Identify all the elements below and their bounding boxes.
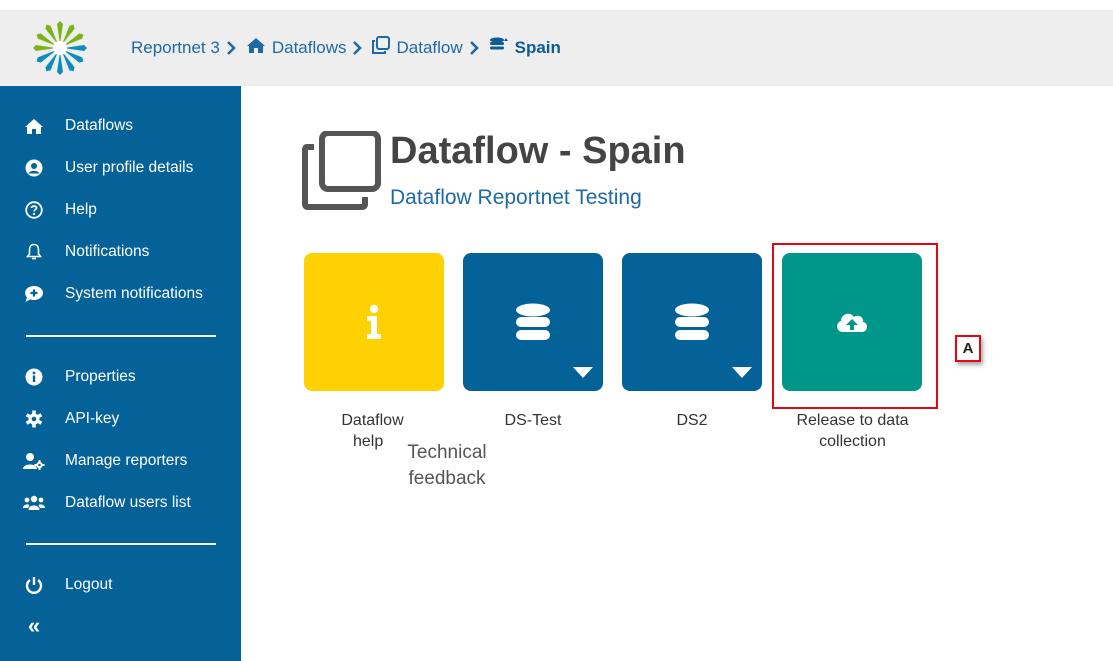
breadcrumb-label: Dataflows — [271, 37, 347, 57]
sidebar-collapse-button[interactable]: « — [0, 611, 241, 641]
breadcrumb: Reportnet 3 Dataflows Dataflow Spain — [131, 36, 561, 59]
user-circle-icon — [23, 157, 45, 179]
sidebar-item-label: Properties — [65, 368, 136, 385]
caret-down-icon[interactable] — [732, 367, 752, 378]
sidebar-item-label: API-key — [65, 410, 120, 427]
database-icon — [489, 37, 509, 58]
breadcrumb-spain: Spain — [489, 37, 561, 58]
sidebar-item-help[interactable]: Help — [0, 195, 241, 225]
sidebar-item-logout[interactable]: Logout — [0, 570, 241, 600]
sidebar-item-dataflow-users-list[interactable]: Dataflow users list — [0, 488, 241, 518]
chevron-right-icon — [352, 40, 363, 56]
bell-icon — [23, 241, 45, 263]
database-icon — [516, 303, 550, 340]
sidebar-item-label: Dataflow users list — [65, 494, 191, 511]
sidebar-item-system-notifications[interactable]: System notifications — [0, 279, 241, 309]
clone-icon — [372, 36, 391, 59]
breadcrumb-dataflows[interactable]: Dataflows — [246, 37, 347, 59]
sidebar-divider — [26, 335, 216, 337]
sidebar-item-label: Logout — [65, 576, 113, 593]
database-icon — [675, 303, 709, 340]
breadcrumb-label: Dataflow — [396, 37, 463, 57]
header: Reportnet 3 Dataflows Dataflow Spain — [0, 0, 1113, 86]
ds-test-label: DS-Test — [504, 412, 562, 429]
dataflow-help-card[interactable] — [304, 253, 444, 391]
breadcrumb-reportnet[interactable]: Reportnet 3 — [131, 38, 220, 58]
sidebar-item-user-profile[interactable]: User profile details — [0, 153, 241, 183]
annotation-marker: A — [955, 335, 981, 362]
double-chevron-left-icon: « — [27, 613, 41, 638]
caret-down-icon[interactable] — [573, 367, 593, 378]
users-icon — [23, 492, 45, 514]
sidebar-item-label: System notifications — [65, 285, 203, 302]
ds2-label: DS2 — [676, 412, 708, 429]
dataset-card-ds2[interactable] — [622, 253, 762, 391]
sidebar-item-api-key[interactable]: API-key — [0, 404, 241, 434]
comment-plus-icon — [23, 283, 45, 305]
cog-icon — [23, 408, 45, 430]
clone-icon — [302, 131, 381, 210]
sidebar-item-manage-reporters[interactable]: Manage reporters — [0, 446, 241, 476]
breadcrumb-dataflow[interactable]: Dataflow — [372, 36, 463, 59]
home-icon — [23, 115, 45, 137]
eea-logo[interactable] — [24, 20, 96, 76]
sidebar-item-label: User profile details — [65, 159, 194, 176]
release-label: Release to data collection — [796, 412, 909, 450]
technical-feedback-tooltip: Technical feedback — [407, 442, 487, 489]
dataflow-help-label-line1: Dataflow — [341, 412, 404, 429]
dataset-card-ds-test[interactable] — [463, 253, 603, 391]
info-icon — [367, 304, 381, 339]
sidebar-item-label: Notifications — [65, 243, 150, 260]
sidebar-item-label: Help — [65, 201, 97, 218]
breadcrumb-label: Spain — [514, 37, 561, 57]
page-title: Dataflow - Spain — [390, 130, 686, 172]
sidebar-item-label: Dataflows — [65, 117, 134, 134]
chevron-right-icon — [226, 40, 236, 56]
info-circle-icon — [23, 366, 45, 388]
power-icon — [23, 574, 45, 596]
sidebar-item-dataflows[interactable]: Dataflows — [0, 111, 241, 141]
sidebar-item-properties[interactable]: Properties — [0, 362, 241, 392]
home-icon — [246, 37, 266, 59]
chevron-right-icon — [469, 40, 479, 56]
sidebar-item-label: Manage reporters — [65, 452, 188, 469]
user-cog-icon — [23, 450, 45, 472]
page-subtitle: Dataflow Reportnet Testing — [390, 186, 642, 209]
sidebar-divider — [26, 543, 216, 545]
sidebar: Dataflows User profile details Help Noti… — [0, 86, 241, 661]
question-circle-icon — [23, 199, 45, 221]
sidebar-item-notifications[interactable]: Notifications — [0, 237, 241, 267]
highlight-box — [772, 243, 938, 409]
breadcrumb-label: Reportnet 3 — [131, 37, 220, 57]
